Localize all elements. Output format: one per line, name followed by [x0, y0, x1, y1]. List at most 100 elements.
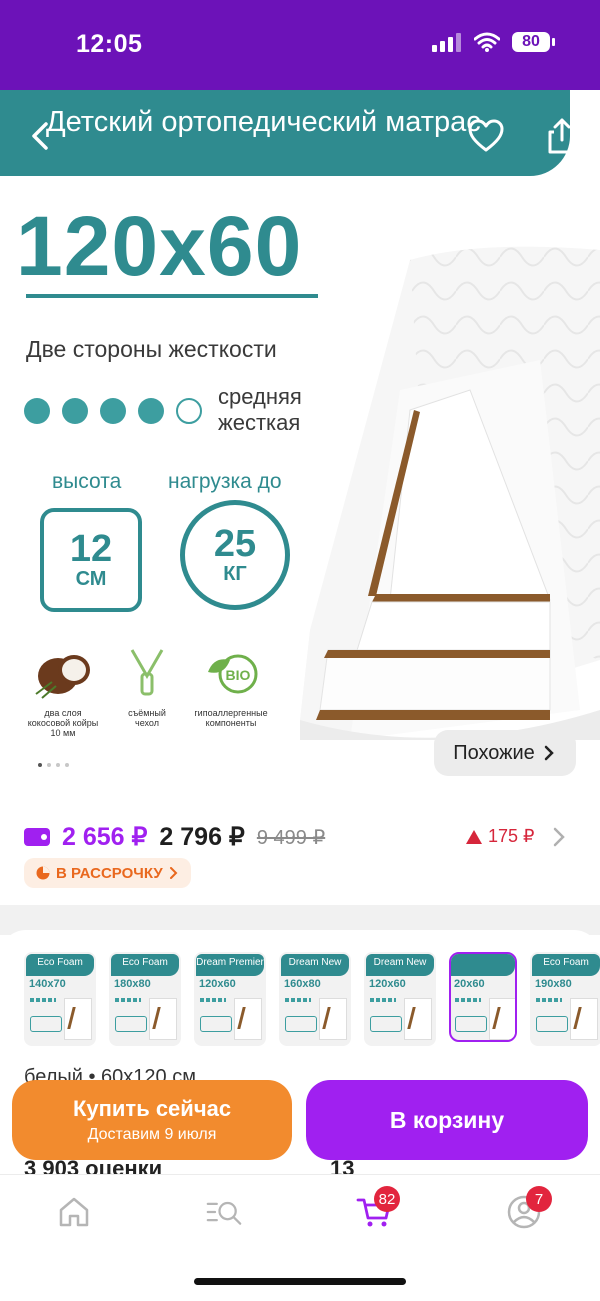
home-indicator: [194, 1278, 406, 1285]
pie-chart-icon: [36, 866, 50, 880]
variant-dots: [370, 998, 396, 1002]
variant-brand: Eco Foam: [26, 954, 94, 976]
variant-mattress-image: [234, 998, 262, 1040]
variant-thumbnail[interactable]: Eco Foam 190x80: [530, 952, 600, 1046]
bio-icon: BIO: [208, 654, 258, 694]
variant-brand: [451, 954, 515, 976]
variant-size: 190x80: [535, 978, 572, 990]
variant-brand: Eco Foam: [111, 954, 179, 976]
feature-bio: BIO гипоаллергенные компоненты: [176, 646, 286, 728]
chevron-right-icon: [169, 867, 178, 879]
variant-thumbnail[interactable]: Dream New 160x80: [279, 952, 351, 1046]
add-to-cart-label: В корзину: [389, 1106, 505, 1133]
feature-bio-line2: компоненты: [205, 718, 257, 728]
variant-size: 140x70: [29, 978, 66, 990]
variant-brand: Dream New: [281, 954, 349, 976]
chevron-right-icon: [544, 745, 554, 761]
share-icon[interactable]: [542, 116, 582, 156]
add-to-cart-button[interactable]: В корзину: [306, 1080, 588, 1160]
variant-thumbnails: Eco Foam 140x70 Eco Foam 180x80 Dream Pr…: [24, 952, 600, 1046]
carousel-dot: [47, 763, 51, 767]
variant-dots: [115, 998, 141, 1002]
triangle-up-icon: [466, 829, 482, 844]
status-icons: 80: [432, 32, 555, 52]
load-label: нагрузка до: [168, 470, 282, 493]
chevron-right-icon[interactable]: [552, 826, 566, 848]
variant-dots: [285, 998, 311, 1002]
installment-button[interactable]: В РАССРОЧКУ: [24, 858, 191, 888]
variant-mattress-image: [149, 998, 177, 1040]
svg-text:BIO: BIO: [226, 667, 251, 683]
signal-icon: [432, 33, 461, 52]
product-image-gallery[interactable]: Детский ортопедический матрас 120x60 Две…: [0, 90, 600, 790]
variant-badges: [30, 1016, 62, 1032]
height-label: высота: [52, 470, 122, 493]
load-unit: КГ: [223, 563, 247, 585]
buy-now-button[interactable]: Купить сейчас Доставим 9 июля: [12, 1080, 292, 1160]
height-value: 12: [69, 528, 113, 570]
similar-button[interactable]: Похожие: [434, 730, 576, 776]
price-row[interactable]: 2 656 ₽ 2 796 ₽ 9 499 ₽: [24, 822, 325, 852]
old-price: 9 499 ₽: [256, 826, 326, 849]
carousel-dot: [65, 763, 69, 767]
variant-mattress-image: [489, 998, 515, 1040]
delivery-date: Доставим 9 июля: [87, 1126, 217, 1143]
variant-mattress-image: [404, 998, 432, 1040]
catalog-search-icon[interactable]: [206, 1194, 242, 1230]
status-bar: 12:05 80: [0, 0, 600, 90]
variant-brand: Eco Foam: [532, 954, 600, 976]
variant-dots: [30, 998, 56, 1002]
variant-thumbnail[interactable]: Eco Foam 180x80: [109, 952, 181, 1046]
variant-thumbnail-selected[interactable]: 20x60: [449, 952, 517, 1042]
wifi-icon: [474, 32, 500, 52]
variant-thumbnail[interactable]: Dream Premier 120x60: [194, 952, 266, 1046]
stiffness-dot-filled: [24, 398, 50, 424]
buy-now-label: Купить сейчас: [72, 1096, 232, 1121]
stiffness-dot-empty: [176, 398, 202, 424]
variant-mattress-image: [570, 998, 598, 1040]
product-size-heading: 120x60: [16, 199, 303, 293]
load-badge: 25 КГ: [180, 500, 290, 610]
feature-bio-line1: гипоаллергенные: [194, 708, 268, 718]
variant-badges: [115, 1016, 147, 1032]
size-underline: [26, 294, 318, 298]
image-banner-title: Детский ортопедический матрас: [46, 106, 481, 138]
wallet-icon: [24, 828, 50, 846]
height-unit: СМ: [75, 568, 107, 590]
card-price: 2 656 ₽: [62, 823, 148, 851]
price-drop[interactable]: 175 ₽: [466, 826, 535, 847]
variant-badges: [200, 1016, 232, 1032]
status-time: 12:05: [76, 30, 143, 58]
price-section: [0, 790, 600, 915]
favorite-heart-icon[interactable]: [466, 116, 506, 156]
variant-size: 180x80: [114, 978, 151, 990]
variant-dots: [455, 998, 481, 1002]
feature-coconut-line3: 10 мм: [50, 728, 76, 738]
variant-badges: [455, 1016, 487, 1032]
mattress-illustration: [300, 246, 600, 740]
variant-size: 120x60: [199, 978, 236, 990]
price-drop-value: 175 ₽: [488, 826, 535, 846]
similar-button-label: Похожие: [453, 741, 535, 764]
back-icon[interactable]: [22, 116, 62, 156]
variant-size: 20x60: [454, 978, 485, 990]
load-value: 25: [213, 523, 257, 565]
current-price: 2 796 ₽: [159, 823, 245, 851]
home-icon[interactable]: [56, 1194, 92, 1230]
carousel-dot: [56, 763, 60, 767]
stiffness-dot-filled: [62, 398, 88, 424]
variant-brand: Dream New: [366, 954, 434, 976]
stiffness-dot-filled: [100, 398, 126, 424]
variant-dots: [536, 998, 562, 1002]
variant-badges: [370, 1016, 402, 1032]
variant-dots: [200, 998, 226, 1002]
sides-caption: Две стороны жесткости: [26, 336, 277, 362]
variant-thumbnail[interactable]: Dream New 120x60: [364, 952, 436, 1046]
stiffness-dot-filled: [138, 398, 164, 424]
coconut-icon: [35, 655, 90, 699]
carousel-dot-active: [38, 763, 42, 767]
variant-thumbnail[interactable]: Eco Foam 140x70: [24, 952, 96, 1046]
variant-size: 160x80: [284, 978, 321, 990]
variant-badges: [536, 1016, 568, 1032]
carousel-indicator: [38, 763, 69, 767]
